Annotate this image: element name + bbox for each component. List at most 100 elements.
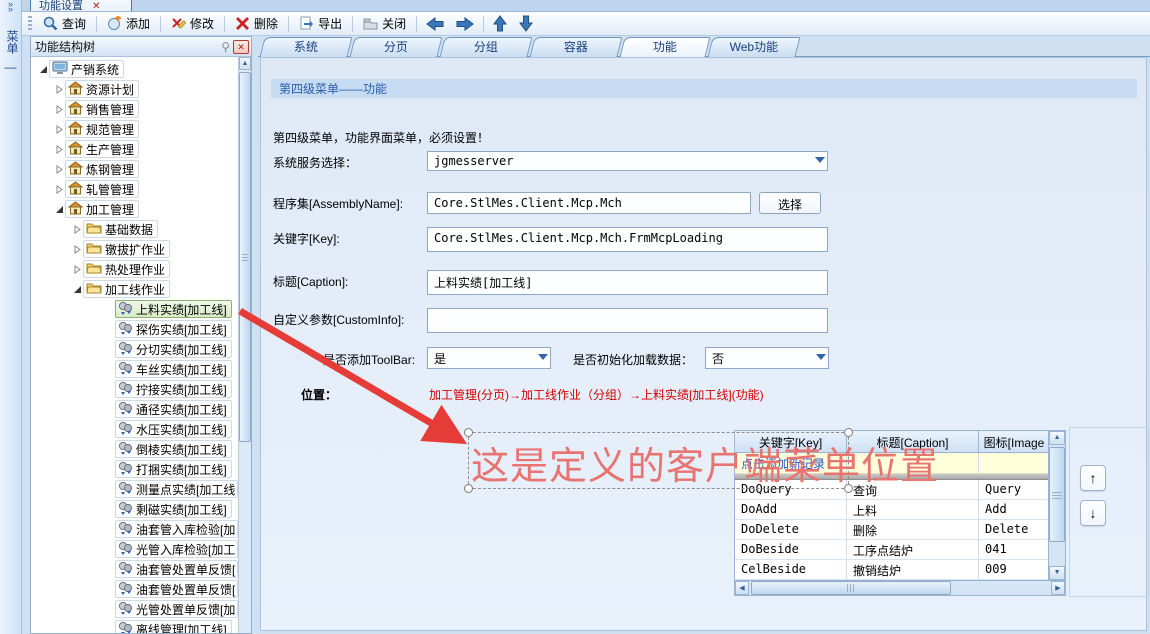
tree-item[interactable]: 车丝实绩[加工线] <box>31 359 238 379</box>
close-folder-button[interactable]: 关闭 <box>356 13 413 34</box>
tree-item[interactable]: 离线管理[加工线] <box>31 619 238 633</box>
close-icon[interactable]: ✕ <box>233 40 249 54</box>
tree-item[interactable]: 通径实绩[加工线] <box>31 399 238 419</box>
nav-up-button[interactable] <box>487 14 513 33</box>
service-combo[interactable]: jgmesserver <box>427 151 828 171</box>
expander-closed-icon[interactable] <box>71 225 83 234</box>
tree-item[interactable]: 镦拔扩作业 <box>31 239 238 259</box>
scroll-left-icon[interactable]: ◀ <box>735 581 749 595</box>
nav-right-button[interactable] <box>450 16 480 32</box>
move-up-button[interactable]: ↑ <box>1080 465 1106 491</box>
edit-button[interactable]: 修改 <box>164 13 221 34</box>
doc-tab-function-settings[interactable]: 功能设置 ✕ <box>30 0 132 12</box>
expander-closed-icon[interactable] <box>53 125 65 134</box>
move-down-button[interactable]: ↓ <box>1080 500 1106 526</box>
tree-item[interactable]: 规范管理 <box>31 119 238 139</box>
key-input[interactable]: Core.StlMes.Client.Mcp.Mch.FrmMcpLoading <box>427 227 828 252</box>
delete-button[interactable]: 删除 <box>228 13 285 34</box>
tree-item-label: 离线管理[加工线] <box>136 621 227 634</box>
table-row[interactable]: DoBeside工序点结炉041 <box>735 540 1048 560</box>
tree-item[interactable]: 热处理作业 <box>31 259 238 279</box>
tab-系统[interactable]: 系统 <box>260 37 353 57</box>
grid-hscrollbar[interactable]: ◀ ▶ <box>735 580 1065 595</box>
tree-item[interactable]: 油套管处置单反馈[ <box>31 559 238 579</box>
grid-new-row-cell[interactable] <box>979 453 1048 473</box>
nav-down-button[interactable] <box>513 14 539 33</box>
tree-item[interactable]: 加工线作业 <box>31 279 238 299</box>
add-button[interactable]: 添加 <box>100 13 157 34</box>
tab-分页[interactable]: 分页 <box>350 37 443 57</box>
tree-item-label: 探伤实绩[加工线] <box>136 321 227 338</box>
table-row[interactable]: DoDelete删除Delete <box>735 520 1048 540</box>
tab-Web功能[interactable]: Web功能 <box>708 37 801 57</box>
expander-open-icon[interactable] <box>37 65 49 74</box>
expander-closed-icon[interactable] <box>53 85 65 94</box>
tree-item[interactable]: 分切实绩[加工线] <box>31 339 238 359</box>
tree-item[interactable]: 加工管理 <box>31 199 238 219</box>
tree-item[interactable]: 测量点实绩[加工线 <box>31 479 238 499</box>
expander-closed-icon[interactable] <box>53 185 65 194</box>
grid-vscrollbar[interactable]: ▲ ▼ <box>1048 431 1065 580</box>
tree-item[interactable]: 打捆实绩[加工线] <box>31 459 238 479</box>
caption-input[interactable]: 上料实绩[加工线] <box>427 270 828 295</box>
tab-功能[interactable]: 功能 <box>620 37 711 57</box>
tree-item-label: 油套管处置单反馈[ <box>136 561 235 578</box>
tree-item[interactable]: 油套管入库检验[加 <box>31 519 238 539</box>
export-button[interactable]: 导出 <box>292 13 349 34</box>
tree-item[interactable]: 光管入库检验[加工 <box>31 539 238 559</box>
note-text: 第四级菜单，功能界面菜单，必须设置！ <box>273 129 489 146</box>
custominfo-input[interactable] <box>427 308 828 333</box>
tree-item[interactable]: 炼钢管理 <box>31 159 238 179</box>
menu-vertical-tab[interactable]: 菜单 <box>0 30 21 54</box>
tree-item[interactable]: 销售管理 <box>31 99 238 119</box>
scroll-up-icon[interactable]: ▲ <box>1049 431 1065 445</box>
expander-closed-icon[interactable] <box>53 145 65 154</box>
collapsed-dock-strip[interactable]: »» 菜单 — <box>0 0 22 634</box>
expander-closed-icon[interactable] <box>53 105 65 114</box>
scroll-right-icon[interactable]: ▶ <box>1051 581 1065 595</box>
tree-item-label: 加工线作业 <box>105 281 165 298</box>
tree-item[interactable]: 油套管处置单反馈[ <box>31 579 238 599</box>
grid-vscroll-thumb[interactable] <box>1049 447 1065 542</box>
tab-容器[interactable]: 容器 <box>530 37 623 57</box>
tree-item[interactable]: 剩磁实绩[加工线] <box>31 499 238 519</box>
tree-scrollbar-thumb[interactable] <box>239 72 251 442</box>
tree-item[interactable]: 生产管理 <box>31 139 238 159</box>
toolbar-grip[interactable] <box>28 16 32 32</box>
tree-item[interactable]: 倒棱实绩[加工线] <box>31 439 238 459</box>
tab-分组[interactable]: 分组 <box>440 37 533 57</box>
tree-item[interactable]: 产销系统 <box>31 59 238 79</box>
tree-scrollbar[interactable]: ▲ <box>238 57 251 633</box>
expander-closed-icon[interactable] <box>71 265 83 274</box>
pin-icon[interactable]: ⚲ <box>221 40 230 54</box>
tree-item[interactable]: 上料实绩[加工线] <box>31 299 238 319</box>
grid-column-header[interactable]: 图标[Image <box>979 431 1048 453</box>
tree-item-label: 光管处置单反馈[加 <box>136 601 235 618</box>
grid-hscroll-thumb[interactable] <box>751 581 951 595</box>
nav-left-button[interactable] <box>420 16 450 32</box>
tree-item[interactable]: 轧管管理 <box>31 179 238 199</box>
tree-item[interactable]: 拧接实绩[加工线] <box>31 379 238 399</box>
tree-item[interactable]: 资源计划 <box>31 79 238 99</box>
tab-close-icon[interactable]: ✕ <box>92 1 100 12</box>
main-toolbar: 查询添加修改删除导出关闭 <box>22 12 1150 36</box>
tree-item[interactable]: 基础数据 <box>31 219 238 239</box>
table-row[interactable]: CelBeside撤销结炉009 <box>735 560 1048 580</box>
scroll-down-icon[interactable]: ▼ <box>1049 566 1065 580</box>
expander-open-icon[interactable] <box>71 285 83 294</box>
assembly-input[interactable]: Core.StlMes.Client.Mcp.Mch <box>427 192 751 214</box>
tree-item[interactable]: 光管处置单反馈[加 <box>31 599 238 619</box>
toolbar-combo[interactable]: 是 <box>427 347 551 369</box>
scroll-up-icon[interactable]: ▲ <box>239 57 251 70</box>
tree-item[interactable]: 探伤实绩[加工线] <box>31 319 238 339</box>
select-button[interactable]: 选择 <box>759 192 821 214</box>
expander-open-icon[interactable] <box>53 205 65 214</box>
search-button[interactable]: 查询 <box>36 13 93 34</box>
key-label: 关键字[Key]: <box>273 230 340 247</box>
tree-item[interactable]: 水压实绩[加工线] <box>31 419 238 439</box>
table-row[interactable]: DoAdd上料Add <box>735 500 1048 520</box>
expander-closed-icon[interactable] <box>53 165 65 174</box>
function-icon <box>118 361 133 378</box>
initload-combo[interactable]: 否 <box>705 347 829 369</box>
expander-closed-icon[interactable] <box>71 245 83 254</box>
